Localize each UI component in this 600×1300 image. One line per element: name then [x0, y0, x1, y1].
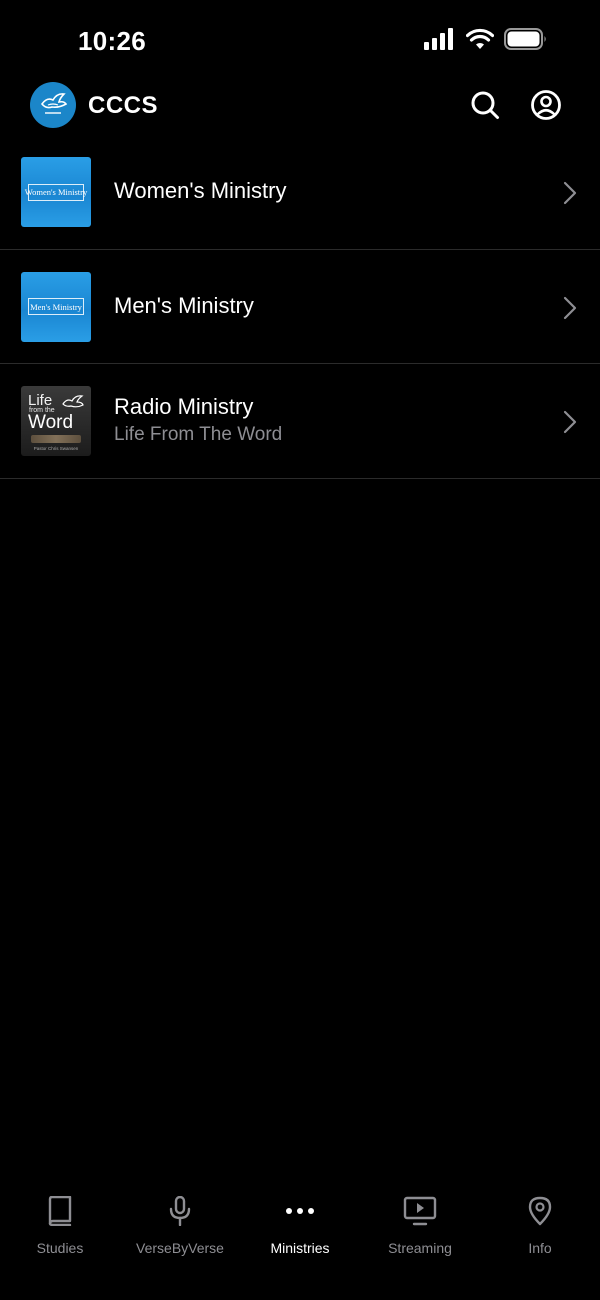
- tab-studies[interactable]: Studies: [0, 1180, 120, 1300]
- list-item-womens-ministry[interactable]: Women's Ministry Women's Ministry: [0, 135, 600, 250]
- cellular-signal-icon: [424, 28, 456, 55]
- chevron-right-icon: [563, 296, 577, 319]
- list-item-mens-ministry[interactable]: Men's Ministry Men's Ministry: [0, 250, 600, 364]
- tab-versebyverse[interactable]: VerseByVerse: [120, 1180, 240, 1300]
- womens-ministry-thumbnail: Women's Ministry: [21, 157, 91, 227]
- item-title: Radio Ministry: [114, 394, 254, 419]
- location-pin-icon: [527, 1194, 553, 1228]
- battery-icon: [504, 28, 548, 55]
- search-button[interactable]: [468, 88, 502, 122]
- open-book-graphic: [31, 435, 81, 443]
- item-subtitle: Life From The Word: [114, 424, 283, 445]
- item-title: Women's Ministry: [114, 178, 287, 203]
- item-title: Men's Ministry: [114, 292, 254, 318]
- book-icon: [47, 1194, 73, 1228]
- search-icon: [471, 91, 499, 119]
- ministries-screen: 10:26 CCCS Women's Ministry Women's Mini…: [0, 0, 600, 1300]
- tab-streaming[interactable]: Streaming: [360, 1180, 480, 1300]
- list-item-radio-ministry[interactable]: Life from the Word Pastor Chris Swansen …: [0, 364, 600, 479]
- tab-ministries[interactable]: Ministries: [240, 1180, 360, 1300]
- thumbnail-footer-text: Pastor Chris Swansen: [33, 446, 79, 451]
- thumbnail-caption: Women's Ministry: [25, 183, 87, 201]
- thumbnail-caption: Men's Ministry: [28, 298, 84, 315]
- account-icon: [531, 90, 561, 120]
- tab-label: VerseByVerse: [136, 1240, 224, 1256]
- tab-label: Ministries: [270, 1240, 330, 1256]
- mens-ministry-thumbnail: Men's Ministry: [21, 271, 91, 342]
- app-header: CCCS: [0, 80, 600, 132]
- ministries-list: Women's Ministry Women's Ministry Men's …: [0, 135, 600, 479]
- dove-icon: [62, 395, 84, 408]
- tab-label: Studies: [36, 1240, 84, 1256]
- more-dots-icon: [285, 1194, 315, 1228]
- status-time: 10:26: [78, 26, 146, 56]
- app-title: CCCS: [88, 92, 159, 119]
- thumbnail-word-text: Word: [28, 412, 74, 433]
- status-icons: [424, 28, 548, 55]
- account-button[interactable]: [529, 88, 563, 122]
- church-dove-logo[interactable]: [30, 82, 76, 128]
- chevron-right-icon: [563, 181, 577, 205]
- wifi-icon: [465, 28, 495, 55]
- radio-ministry-thumbnail: Life from the Word Pastor Chris Swansen: [21, 386, 91, 456]
- chevron-right-icon: [563, 410, 577, 434]
- tab-label: Info: [528, 1240, 552, 1256]
- tab-info[interactable]: Info: [480, 1180, 600, 1300]
- tv-play-icon: [403, 1194, 437, 1228]
- microphone-icon: [168, 1194, 192, 1228]
- status-bar: 10:26: [0, 0, 600, 80]
- tab-bar: Studies VerseByVerse Ministries Streamin…: [0, 1180, 600, 1300]
- tab-label: Streaming: [388, 1240, 452, 1256]
